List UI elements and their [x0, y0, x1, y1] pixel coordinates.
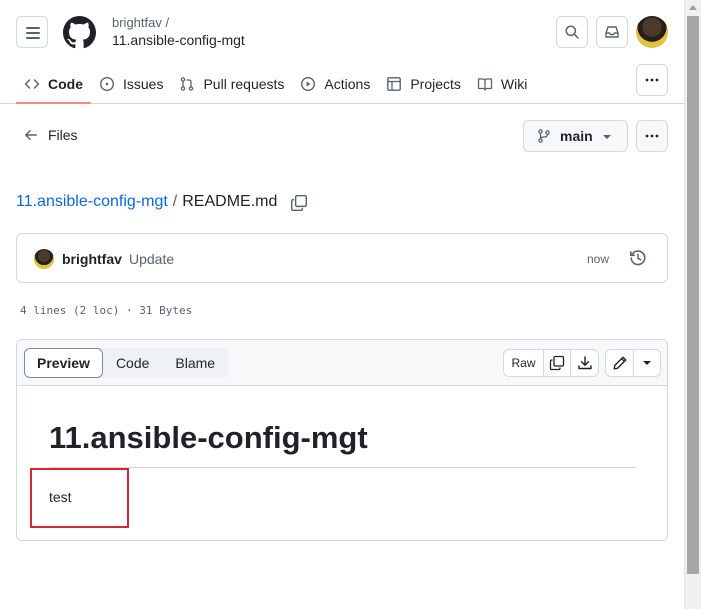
git-branch-icon [538, 129, 550, 143]
vertical-scrollbar[interactable] [684, 0, 701, 609]
github-logo-icon[interactable] [63, 16, 96, 49]
download-icon [577, 356, 592, 370]
edit-options-dropdown[interactable] [634, 350, 660, 376]
repo-owner-link[interactable]: brightfav / [112, 15, 169, 30]
chevron-down-icon [603, 135, 611, 139]
copy-icon[interactable] [290, 194, 308, 212]
play-icon [300, 76, 316, 92]
repo-nav: Code Issues Pull requests Actions Projec… [16, 64, 535, 104]
files-label: Files [48, 127, 78, 143]
edit-actions-group [605, 349, 661, 377]
menu-icon-bar [26, 32, 40, 34]
copy-icon [549, 355, 565, 371]
breadcrumb-separator: / [172, 193, 178, 210]
tab-preview[interactable]: Preview [24, 348, 103, 378]
repo-name-link[interactable]: 11.ansible-config-mgt [112, 32, 245, 48]
page: brightfav / 11.ansible-config-mgt Code I… [0, 0, 684, 609]
commit-message-link[interactable]: Update [129, 251, 174, 267]
breadcrumb: 11.ansible-config-mgt / README.md [16, 193, 277, 211]
edit-file-button[interactable] [606, 350, 634, 376]
raw-actions-group: Raw [503, 349, 599, 377]
view-mode-segmented-control: Preview Code Blame [24, 348, 229, 378]
heading-divider [49, 467, 636, 468]
kebab-horizontal-icon [645, 78, 659, 82]
tab-code-label: Code [48, 76, 83, 92]
tab-projects-label: Projects [410, 76, 461, 92]
inbox-button[interactable] [596, 16, 628, 48]
tab-pull-requests[interactable]: Pull requests [171, 64, 292, 104]
commit-time: now [587, 252, 610, 266]
repo-header: brightfav / 11.ansible-config-mgt Code I… [0, 0, 684, 104]
tab-issues-label: Issues [123, 76, 164, 92]
copy-raw-button[interactable] [544, 350, 571, 376]
user-avatar[interactable] [636, 16, 668, 48]
files-back-button[interactable]: Files [24, 127, 78, 143]
author-avatar[interactable] [34, 249, 54, 269]
branch-name: main [560, 128, 593, 144]
code-icon [24, 76, 40, 92]
search-icon [565, 25, 579, 39]
pencil-icon [613, 356, 626, 370]
scrollbar-thumb[interactable] [687, 16, 699, 574]
file-meta-info: 4 lines (2 loc) · 31 Bytes [20, 304, 193, 317]
more-nav-button[interactable] [636, 64, 668, 96]
tab-wiki[interactable]: Wiki [469, 64, 535, 104]
red-highlight-annotation [30, 468, 129, 528]
latest-commit-box: brightfav Update now [16, 233, 668, 283]
tab-pull-requests-label: Pull requests [203, 76, 285, 92]
kebab-horizontal-icon [645, 134, 659, 138]
breadcrumb-file-name: README.md [182, 193, 278, 210]
file-viewer-header: Preview Code Blame Raw [17, 340, 667, 386]
inbox-icon [605, 26, 619, 38]
scroll-up-arrow-icon[interactable] [689, 5, 697, 10]
breadcrumb-repo-link[interactable]: 11.ansible-config-mgt [16, 193, 168, 211]
search-button[interactable] [556, 16, 588, 48]
menu-icon-bar [26, 37, 40, 39]
tab-actions[interactable]: Actions [292, 64, 378, 104]
table-icon [386, 76, 402, 92]
tab-code-view[interactable]: Code [103, 348, 162, 378]
tab-projects[interactable]: Projects [378, 64, 469, 104]
tab-actions-label: Actions [324, 76, 371, 92]
download-raw-button[interactable] [571, 350, 598, 376]
file-viewer: Preview Code Blame Raw 11.ansible-config… [16, 339, 668, 541]
readme-preview: 11.ansible-config-mgt test [17, 386, 667, 540]
menu-button[interactable] [16, 16, 48, 48]
tab-wiki-label: Wiki [500, 76, 528, 92]
raw-button[interactable]: Raw [504, 350, 544, 376]
file-more-options-button[interactable] [636, 120, 668, 152]
issue-icon [99, 76, 115, 92]
book-icon [477, 76, 493, 92]
arrow-left-icon [24, 128, 38, 142]
caret-down-icon [643, 361, 651, 365]
pull-request-icon [179, 76, 195, 92]
menu-icon-bar [26, 27, 40, 29]
history-icon[interactable] [629, 249, 647, 267]
readme-heading: 11.ansible-config-mgt [49, 420, 368, 455]
tab-code[interactable]: Code [16, 64, 91, 104]
commit-author-link[interactable]: brightfav [62, 251, 122, 267]
tab-blame[interactable]: Blame [162, 348, 228, 378]
tab-issues[interactable]: Issues [91, 64, 171, 104]
branch-selector-button[interactable]: main [523, 120, 628, 152]
